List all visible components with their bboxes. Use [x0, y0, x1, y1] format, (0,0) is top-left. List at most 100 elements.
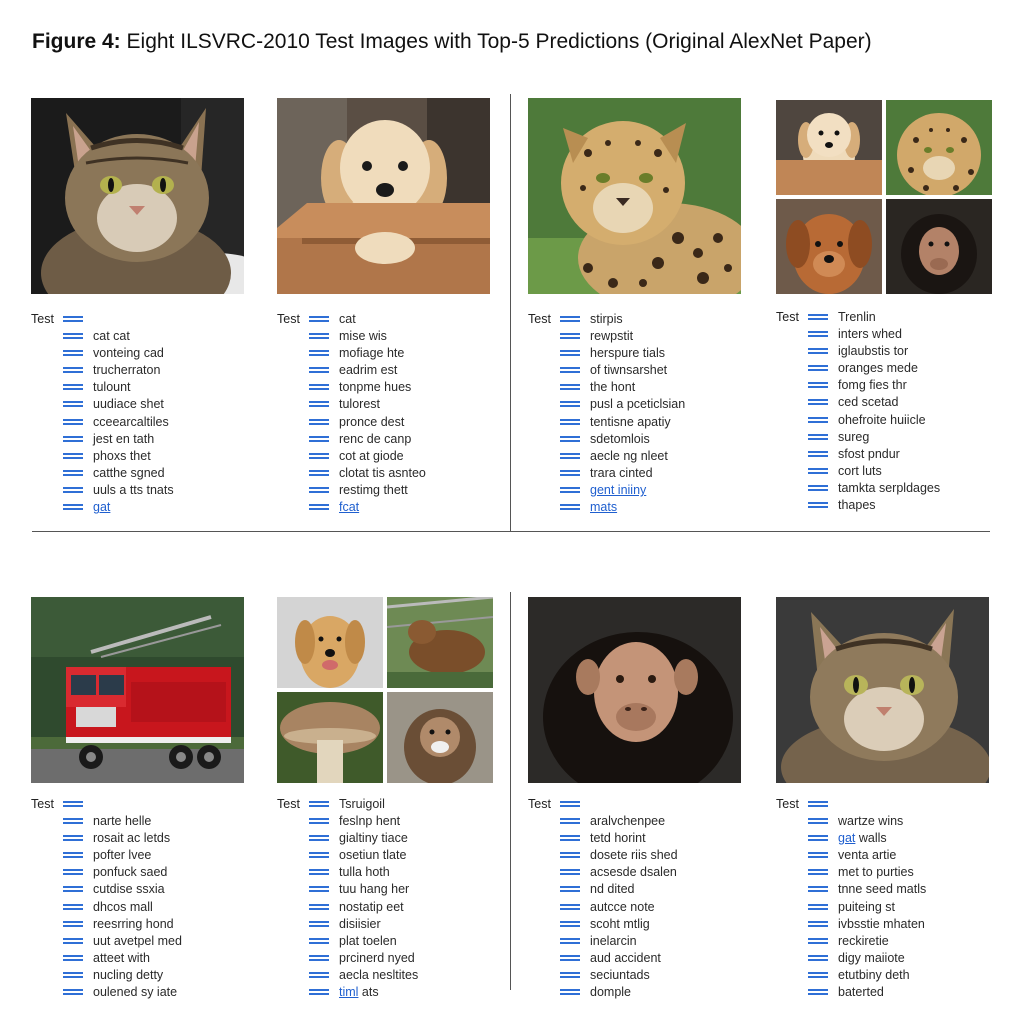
panel-6: Test Tsruigoil feslnp hent gialtiny tiace os…: [277, 597, 493, 1001]
prediction-row: uuls a tts tnats: [31, 482, 247, 499]
prediction-text: catthe sgned: [93, 466, 165, 481]
bar-icon: [63, 800, 83, 808]
bar-icon: [808, 416, 828, 424]
bar-icon: [808, 381, 828, 389]
bar-icon: [560, 834, 580, 842]
prediction-row: ponfuck saed: [31, 864, 247, 881]
bar-icon: [560, 332, 580, 340]
prediction-row: jest en tath: [31, 430, 247, 447]
bar-icon: [309, 366, 329, 374]
bar-icon: [808, 313, 828, 321]
bar-icon: [808, 484, 828, 492]
bar-icon: [309, 937, 329, 945]
prediction-text: gent iniiny: [590, 483, 647, 498]
prediction-row: ced scetad: [776, 394, 992, 411]
bar-icon: [560, 971, 580, 979]
test-row: Test cat: [277, 310, 493, 327]
prediction-row: oranges mede: [776, 359, 992, 376]
prediction-text: dhcos mall: [93, 899, 153, 914]
prediction-text: etutbiny deth: [838, 968, 910, 983]
prediction-text: feslnp hent: [339, 813, 401, 828]
prediction-text: ohefroite huiicle: [838, 412, 926, 427]
predictions-list: Test aralvchenpee tetd horint dosete riis s…: [528, 795, 744, 1001]
bar-icon: [560, 315, 580, 323]
bar-icon: [309, 418, 329, 426]
prediction-row: fcat: [277, 499, 493, 516]
bar-icon: [560, 469, 580, 477]
prediction-row: cort luts: [776, 463, 992, 480]
puppy-thumb: [776, 100, 882, 195]
fire-truck-photo-icon: [31, 597, 244, 783]
prediction-row: disiisier: [277, 915, 493, 932]
prediction-text: ivbsstie mhaten: [838, 916, 925, 931]
prediction-row: etutbiny deth: [776, 967, 992, 984]
bar-icon: [63, 315, 83, 323]
bar-icon: [309, 868, 329, 876]
bar-icon: [309, 885, 329, 893]
prediction-text: tulount: [93, 380, 131, 395]
bar-icon: [63, 486, 83, 494]
prediction-row: sdetomlois: [528, 430, 744, 447]
prediction-row: rewpstit: [528, 327, 744, 344]
test-value: cat: [339, 311, 356, 326]
prediction-row: tnne seed matls: [776, 881, 992, 898]
prediction-row: rosait ac letds: [31, 829, 247, 846]
prediction-row: tetd horint: [528, 829, 744, 846]
prediction-row: baterted: [776, 984, 992, 1001]
bar-icon: [560, 503, 580, 511]
panel-3: Test stirpis rewpstit herspure tials of tiwn…: [528, 98, 744, 516]
prediction-text: oulened sy iate: [93, 985, 178, 1000]
leopard-image: [528, 98, 741, 294]
test-row: Test: [528, 795, 744, 812]
prediction-row: mise wis: [277, 327, 493, 344]
prediction-row: thapes: [776, 497, 992, 514]
prediction-text: rosait ac letds: [93, 830, 171, 845]
prediction-text: tentisne apatiy: [590, 414, 671, 429]
predictions-list: Test narte helle rosait ac letds pofter lve…: [31, 795, 247, 1001]
prediction-row: acsesde dsalen: [528, 864, 744, 881]
panel-1: Test cat cat vonteing cad trucherraton tulou…: [31, 98, 247, 516]
prediction-text: acsesde dsalen: [590, 865, 677, 880]
puppy-thumb-icon: [776, 100, 882, 195]
prediction-row: met to purties: [776, 864, 992, 881]
prediction-row: tulount: [31, 379, 247, 396]
golden-retriever-thumb: [277, 597, 383, 688]
bar-icon: [63, 418, 83, 426]
bar-icon: [560, 349, 580, 357]
prediction-text: tnne seed matls: [838, 882, 927, 897]
test-label: Test: [31, 311, 54, 326]
prediction-row: the hont: [528, 379, 744, 396]
prediction-text: walls: [855, 830, 887, 845]
prediction-text: eadrim est: [339, 362, 398, 377]
predictions-list: Test Trenlin inters whed iglaubstis tor oran…: [776, 308, 992, 514]
prediction-text: iglaubstis tor: [838, 343, 909, 358]
test-label: Test: [528, 796, 551, 811]
prediction-text: dosete riis shed: [590, 847, 678, 862]
monkey-thumb: [387, 692, 493, 783]
prediction-row: uut avetpel med: [31, 932, 247, 949]
test-row: Test stirpis: [528, 310, 744, 327]
prediction-row: aud accident: [528, 950, 744, 967]
dog-outdoor-thumb-icon: [387, 597, 493, 688]
figure-label: Figure 4:: [32, 30, 121, 53]
test-value: stirpis: [590, 311, 623, 326]
prediction-row: fomg fies thr: [776, 377, 992, 394]
prediction-text: baterted: [838, 985, 884, 1000]
dog-thumb: [776, 199, 882, 294]
prediction-text: cot at giode: [339, 448, 404, 463]
prediction-row: cot at giode: [277, 447, 493, 464]
prediction-text: ponfuck saed: [93, 865, 168, 880]
prediction-row: dhcos mall: [31, 898, 247, 915]
test-label: Test: [31, 796, 54, 811]
prediction-row: restimg thett: [277, 482, 493, 499]
prediction-row: catthe sgned: [31, 465, 247, 482]
predictions-list: Test wartze wins gat walls venta artie met t…: [776, 795, 992, 1001]
bar-icon: [63, 366, 83, 374]
panel-8: Test wartze wins gat walls venta artie met t…: [776, 597, 992, 1001]
prediction-text: pusl a pceticlsian: [590, 397, 686, 412]
prediction-text: thapes: [838, 498, 876, 513]
prediction-row: wartze wins: [776, 812, 992, 829]
bar-icon: [309, 383, 329, 391]
prediction-text: cceearcaltiles: [93, 414, 169, 429]
prediction-row: of tiwnsarshet: [528, 361, 744, 378]
